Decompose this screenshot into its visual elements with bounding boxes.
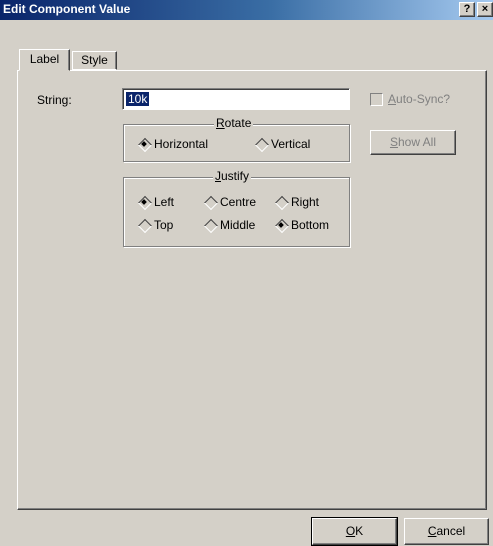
radio-right-label: Right <box>291 195 320 209</box>
radio-vertical[interactable]: Vertical <box>255 137 310 151</box>
radio-middle[interactable]: Middle <box>204 218 255 232</box>
help-button[interactable]: ? <box>459 2 475 17</box>
ok-button[interactable]: OK <box>311 517 398 546</box>
radio-centre-label: Centre <box>220 195 257 209</box>
radio-left-label: Left <box>154 195 175 209</box>
justify-group-title: Justify <box>213 169 252 183</box>
string-value-selected: 10k <box>126 92 150 106</box>
title-bar: Edit Component Value ? × <box>0 0 493 20</box>
tab-label[interactable]: Label <box>19 49 70 71</box>
radio-vertical-label: Vertical <box>271 137 311 151</box>
radio-horizontal-label: Horizontal <box>154 137 209 151</box>
radio-selected-icon <box>275 219 287 231</box>
radio-unselected-icon <box>275 196 287 208</box>
window-title: Edit Component Value <box>3 2 131 16</box>
radio-selected-icon <box>138 196 150 208</box>
tab-style[interactable]: Style <box>72 51 117 70</box>
radio-unselected-icon <box>204 196 216 208</box>
radio-unselected-icon <box>138 219 150 231</box>
help-icon: ? <box>463 3 471 15</box>
autosync-checkbox[interactable] <box>370 93 383 106</box>
radio-left[interactable]: Left <box>138 195 174 209</box>
string-label: String: <box>37 93 72 107</box>
radio-middle-label: Middle <box>220 218 256 232</box>
radio-centre[interactable]: Centre <box>204 195 256 209</box>
radio-unselected-icon <box>204 219 216 231</box>
radio-unselected-icon <box>255 138 267 150</box>
radio-top-label: Top <box>154 218 174 232</box>
close-button[interactable]: × <box>477 2 493 17</box>
radio-top[interactable]: Top <box>138 218 173 232</box>
radio-right[interactable]: Right <box>275 195 319 209</box>
radio-selected-icon <box>138 138 150 150</box>
justify-group: Justify Left Centre Right Top Middle Bot… <box>123 169 350 247</box>
rotate-group-title: Rotate <box>214 116 254 130</box>
close-icon: × <box>481 3 489 15</box>
radio-bottom-label: Bottom <box>291 218 330 232</box>
radio-horizontal[interactable]: Horizontal <box>138 137 208 151</box>
cancel-button[interactable]: Cancel <box>404 518 489 545</box>
rotate-group: Rotate Horizontal Vertical <box>123 116 350 162</box>
show-all-button[interactable]: Show All <box>370 130 456 155</box>
string-input[interactable]: 10k <box>122 88 350 110</box>
radio-bottom[interactable]: Bottom <box>275 218 329 232</box>
autosync-label: Auto-Sync? <box>388 92 451 106</box>
